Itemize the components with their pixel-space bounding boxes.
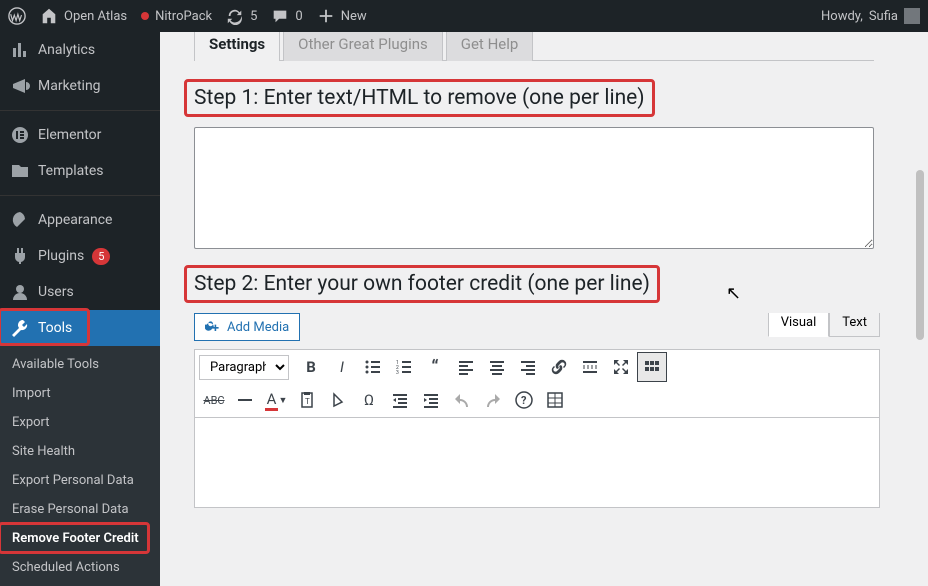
avatar bbox=[904, 8, 920, 24]
nitropack[interactable]: NitroPack bbox=[141, 9, 212, 24]
special-char-button[interactable]: Ω bbox=[354, 385, 384, 415]
editor-body[interactable] bbox=[194, 418, 880, 508]
menu-templates-label: Templates bbox=[38, 163, 104, 179]
new-label: New bbox=[341, 9, 367, 24]
dot-icon bbox=[141, 12, 149, 20]
svg-text:?: ? bbox=[521, 394, 527, 407]
link-button[interactable] bbox=[544, 352, 574, 382]
hr-button[interactable] bbox=[230, 385, 260, 415]
table-button[interactable] bbox=[540, 385, 570, 415]
submenu-import[interactable]: Import bbox=[0, 379, 160, 408]
format-select[interactable]: Paragraph bbox=[199, 355, 289, 380]
editor-tab-text[interactable]: Text bbox=[829, 313, 880, 337]
step1-heading: Step 1: Enter text/HTML to remove (one p… bbox=[186, 81, 653, 115]
bullet-list-button[interactable] bbox=[358, 352, 388, 382]
svg-text:T: T bbox=[305, 397, 310, 406]
new-content[interactable]: New bbox=[317, 7, 367, 25]
add-media-button[interactable]: Add Media bbox=[194, 313, 300, 341]
outdent-button[interactable] bbox=[385, 385, 415, 415]
toolbar-toggle-button[interactable] bbox=[637, 352, 667, 382]
fullscreen-button[interactable] bbox=[606, 352, 636, 382]
main-content: Settings Other Great Plugins Get Help St… bbox=[160, 32, 910, 555]
site-name-label: Open Atlas bbox=[64, 9, 127, 24]
editor-toolbar: Paragraph B I 123 “ ABC A ▼ T Ω ? bbox=[194, 349, 880, 418]
menu-marketing[interactable]: Marketing bbox=[0, 68, 160, 104]
text-color-button[interactable]: A ▼ bbox=[261, 385, 291, 415]
cursor-icon: ↖ bbox=[726, 283, 741, 304]
step2-heading: Step 2: Enter your own footer credit (on… bbox=[186, 267, 658, 301]
tab-other-plugins[interactable]: Other Great Plugins bbox=[283, 32, 443, 61]
submenu-export-pd[interactable]: Export Personal Data bbox=[0, 466, 160, 495]
bold-button[interactable]: B bbox=[296, 352, 326, 382]
tools-submenu: Available Tools Import Export Site Healt… bbox=[0, 346, 160, 586]
menu-tools[interactable]: Tools bbox=[0, 310, 160, 346]
menu-users[interactable]: Users bbox=[0, 274, 160, 310]
align-left-button[interactable] bbox=[451, 352, 481, 382]
menu-tools-label: Tools bbox=[38, 320, 72, 336]
tab-settings[interactable]: Settings bbox=[194, 32, 280, 61]
clear-formatting-button[interactable] bbox=[323, 385, 353, 415]
align-center-button[interactable] bbox=[482, 352, 512, 382]
howdy[interactable]: Howdy, Sufia bbox=[821, 8, 920, 24]
howdy-prefix: Howdy, bbox=[821, 9, 863, 24]
strikethrough-button[interactable]: ABC bbox=[199, 385, 229, 415]
wp-logo[interactable] bbox=[8, 7, 26, 25]
admin-bar: Open Atlas NitroPack 5 0 New Howdy, Sufi… bbox=[0, 0, 928, 32]
menu-plugins[interactable]: Plugins 5 bbox=[0, 238, 160, 274]
undo-button[interactable] bbox=[447, 385, 477, 415]
submenu-scheduled-actions[interactable]: Scheduled Actions bbox=[0, 553, 160, 582]
howdy-name: Sufia bbox=[869, 9, 898, 24]
italic-button[interactable]: I bbox=[327, 352, 357, 382]
svg-text:3: 3 bbox=[396, 370, 399, 376]
help-button[interactable]: ? bbox=[509, 385, 539, 415]
menu-analytics[interactable]: Analytics bbox=[0, 32, 160, 68]
tab-get-help[interactable]: Get Help bbox=[446, 32, 534, 61]
site-name[interactable]: Open Atlas bbox=[40, 7, 127, 25]
submenu-export[interactable]: Export bbox=[0, 408, 160, 437]
menu-appearance-label: Appearance bbox=[38, 212, 112, 228]
step1-textarea[interactable] bbox=[194, 127, 874, 249]
menu-plugins-label: Plugins bbox=[38, 248, 84, 264]
editor-tab-visual[interactable]: Visual bbox=[768, 313, 830, 337]
menu-analytics-label: Analytics bbox=[38, 42, 95, 58]
submenu-available-tools[interactable]: Available Tools bbox=[0, 350, 160, 379]
submenu-erase-pd[interactable]: Erase Personal Data bbox=[0, 495, 160, 524]
align-right-button[interactable] bbox=[513, 352, 543, 382]
menu-elementor-label: Elementor bbox=[38, 127, 101, 143]
tab-nav: Settings Other Great Plugins Get Help bbox=[194, 32, 890, 61]
menu-appearance[interactable]: Appearance bbox=[0, 195, 160, 238]
scrollbar[interactable] bbox=[916, 170, 924, 340]
menu-templates[interactable]: Templates bbox=[0, 153, 160, 189]
nitropack-label: NitroPack bbox=[155, 9, 212, 24]
admin-sidebar: Analytics Marketing Elementor Templates … bbox=[0, 32, 160, 555]
updates-count: 5 bbox=[250, 9, 257, 24]
redo-button[interactable] bbox=[478, 385, 508, 415]
paste-text-button[interactable]: T bbox=[292, 385, 322, 415]
insert-more-button[interactable] bbox=[575, 352, 605, 382]
submenu-site-health[interactable]: Site Health bbox=[0, 437, 160, 466]
updates[interactable]: 5 bbox=[226, 7, 257, 25]
plugins-badge: 5 bbox=[92, 248, 110, 265]
indent-button[interactable] bbox=[416, 385, 446, 415]
submenu-remove-footer-credit[interactable]: Remove Footer Credit bbox=[0, 524, 160, 553]
menu-marketing-label: Marketing bbox=[38, 78, 101, 94]
comments-count: 0 bbox=[295, 9, 302, 24]
numbered-list-button[interactable]: 123 bbox=[389, 352, 419, 382]
add-media-label: Add Media bbox=[227, 320, 289, 335]
blockquote-button[interactable]: “ bbox=[420, 352, 450, 382]
menu-users-label: Users bbox=[38, 284, 74, 300]
menu-elementor[interactable]: Elementor bbox=[0, 110, 160, 153]
comments[interactable]: 0 bbox=[271, 7, 302, 25]
